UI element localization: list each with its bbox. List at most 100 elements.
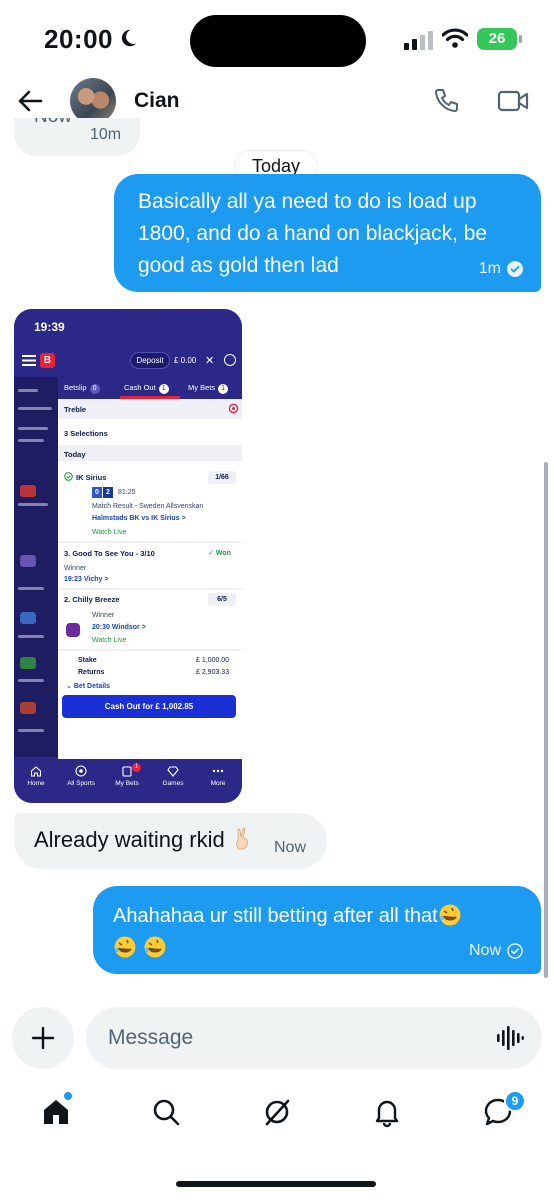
shot-background-list [14,377,58,757]
grok-icon[interactable] [261,1096,293,1128]
dynamic-island [190,15,366,67]
score-home: 0 [92,487,102,498]
leg-2-result: ✓ Won [208,550,231,557]
stake-label: Stake [78,657,97,664]
leg-3-odds: 6/5 [208,593,236,606]
battery-text: 26 [488,30,506,47]
phone-icon[interactable] [432,87,460,115]
leg-2-market: Winner [64,565,87,572]
message-time: Now [468,942,501,959]
nav-label: My Bets [115,780,139,787]
check-circle-icon [64,472,73,481]
nav-label: More [210,780,226,787]
previous-message-text: Now [34,118,72,128]
close-icon: ✕ [205,355,215,367]
tab-count: 1 [218,384,229,394]
plus-icon [31,1026,55,1050]
shot-topbar: B Deposit £ 0.00 ✕ [14,345,242,377]
previous-message-clipped[interactable]: Now 10m [14,118,140,156]
rolling-laughing-emoji-icon [114,936,136,958]
message-input[interactable] [108,1019,478,1057]
shot-nav-home: Home [14,765,58,787]
shot-nav-games: Games [151,765,195,787]
nav-label: Games [162,780,184,787]
tab-count: 0 [89,384,100,394]
outgoing-message[interactable]: Basically all ya need to do is load up 1… [114,174,541,292]
video-camera-icon[interactable] [497,88,529,114]
user-icon [224,354,236,366]
tab-label: My Bets [188,383,216,392]
status-bar: 20:00 26 [0,0,554,78]
shot-nav-more: More [196,765,240,787]
deposit-button: Deposit [130,352,170,369]
sent-check-icon [507,943,523,959]
shot-nav-all-sports: All Sports [59,765,103,787]
returns-value: £ 2,903.33 [196,669,230,676]
messages-badge: 9 [504,1090,526,1112]
stake-value: £ 1,000.00 [196,657,230,664]
message-text-content: Already waiting rkid [34,827,225,852]
victory-hand-emoji-icon [236,827,248,850]
home-unread-dot [64,1092,72,1100]
tab-betslip: Betslip 0 [64,383,100,394]
leg-1-title: IK Sirius [76,473,107,482]
cashout-swirl-icon [228,403,239,414]
cash-out-button: Cash Out for £ 1,002.85 [62,695,236,718]
notifications-bell-icon[interactable] [371,1096,403,1128]
message-time: Now [274,839,307,856]
balance: £ 0.00 [174,356,197,365]
moon-icon [121,29,137,47]
bet-details-link: ⌄ Bet Details [66,683,110,690]
bet-tabs: Betslip 0 Cash Out 1 My Bets 1 [58,377,242,399]
scrollbar[interactable] [544,462,548,978]
football-icon [75,765,87,777]
home-icon[interactable] [40,1096,72,1128]
battery-tip [519,35,522,43]
shot-bottom-nav: Home All Sports My Bets 1 Games More [14,759,242,803]
back-arrow-icon[interactable] [16,87,44,115]
leg-1-watch-live: Watch Live [92,529,127,536]
home-indicator [176,1181,376,1187]
add-attachment-button[interactable] [12,1007,74,1069]
message-meta: Now [469,942,523,960]
returns-label: Returns [78,669,105,676]
shot-status-time: 19:39 [34,320,65,334]
battery-level: 26 [477,28,517,50]
shot-status-bar: 19:39 [14,309,242,345]
leg-3-event: 20:30 Windsor > [92,624,146,631]
search-icon[interactable] [150,1096,182,1128]
leg-1-market: Match Result - Sweden Allsvenskan [92,503,204,510]
voice-waveform-icon[interactable] [496,1025,524,1051]
nav-label: All Sports [67,780,95,787]
section-today: Today [64,450,86,459]
message-text: Already waiting rkid [34,827,255,853]
previous-message-time: 10m [90,126,122,143]
leg-3-watch-live: Watch Live [92,637,127,644]
message-text: Ahahahaa ur still betting after all that [113,900,523,964]
diamond-icon [167,766,179,777]
bottom-navigation: 9 [0,1080,554,1150]
match-clock: 81:25 [118,489,136,496]
incoming-message[interactable]: Already waiting rkid Now [14,813,327,869]
score-away: 2 [103,487,113,498]
shot-nav-my-bets: My Bets 1 [105,763,149,787]
selections-count: 3 Selections [64,429,108,438]
message-time: 1m [478,260,501,277]
leg-1-event: Halmstads BK vs IK Sirius > [92,515,186,522]
shared-screenshot-image[interactable]: 19:39 B Deposit £ 0.00 ✕ Betslip 0 Cash O… [14,309,242,803]
leg-3-market: Winner [92,612,115,619]
nav-label: Home [27,780,45,787]
my-bets-badge: 1 [132,763,141,772]
tab-cash-out: Cash Out 1 [124,383,169,394]
message-composer [86,1007,542,1069]
message-meta: 1m [479,260,523,278]
message-text-content: Ahahahaa ur still betting after all that [113,905,438,927]
contact-name[interactable]: Cian [134,89,180,113]
outgoing-message[interactable]: Ahahahaa ur still betting after all that… [93,886,541,974]
message-text: Basically all ya need to do is load up 1… [138,190,488,277]
bet-panel: Betslip 0 Cash Out 1 My Bets 1 Treble 3 Sel… [58,377,242,759]
rolling-laughing-emoji-icon [439,904,461,926]
tab-label: Betslip [64,383,87,392]
more-icon [212,769,224,773]
bet-type: Treble [58,399,242,419]
